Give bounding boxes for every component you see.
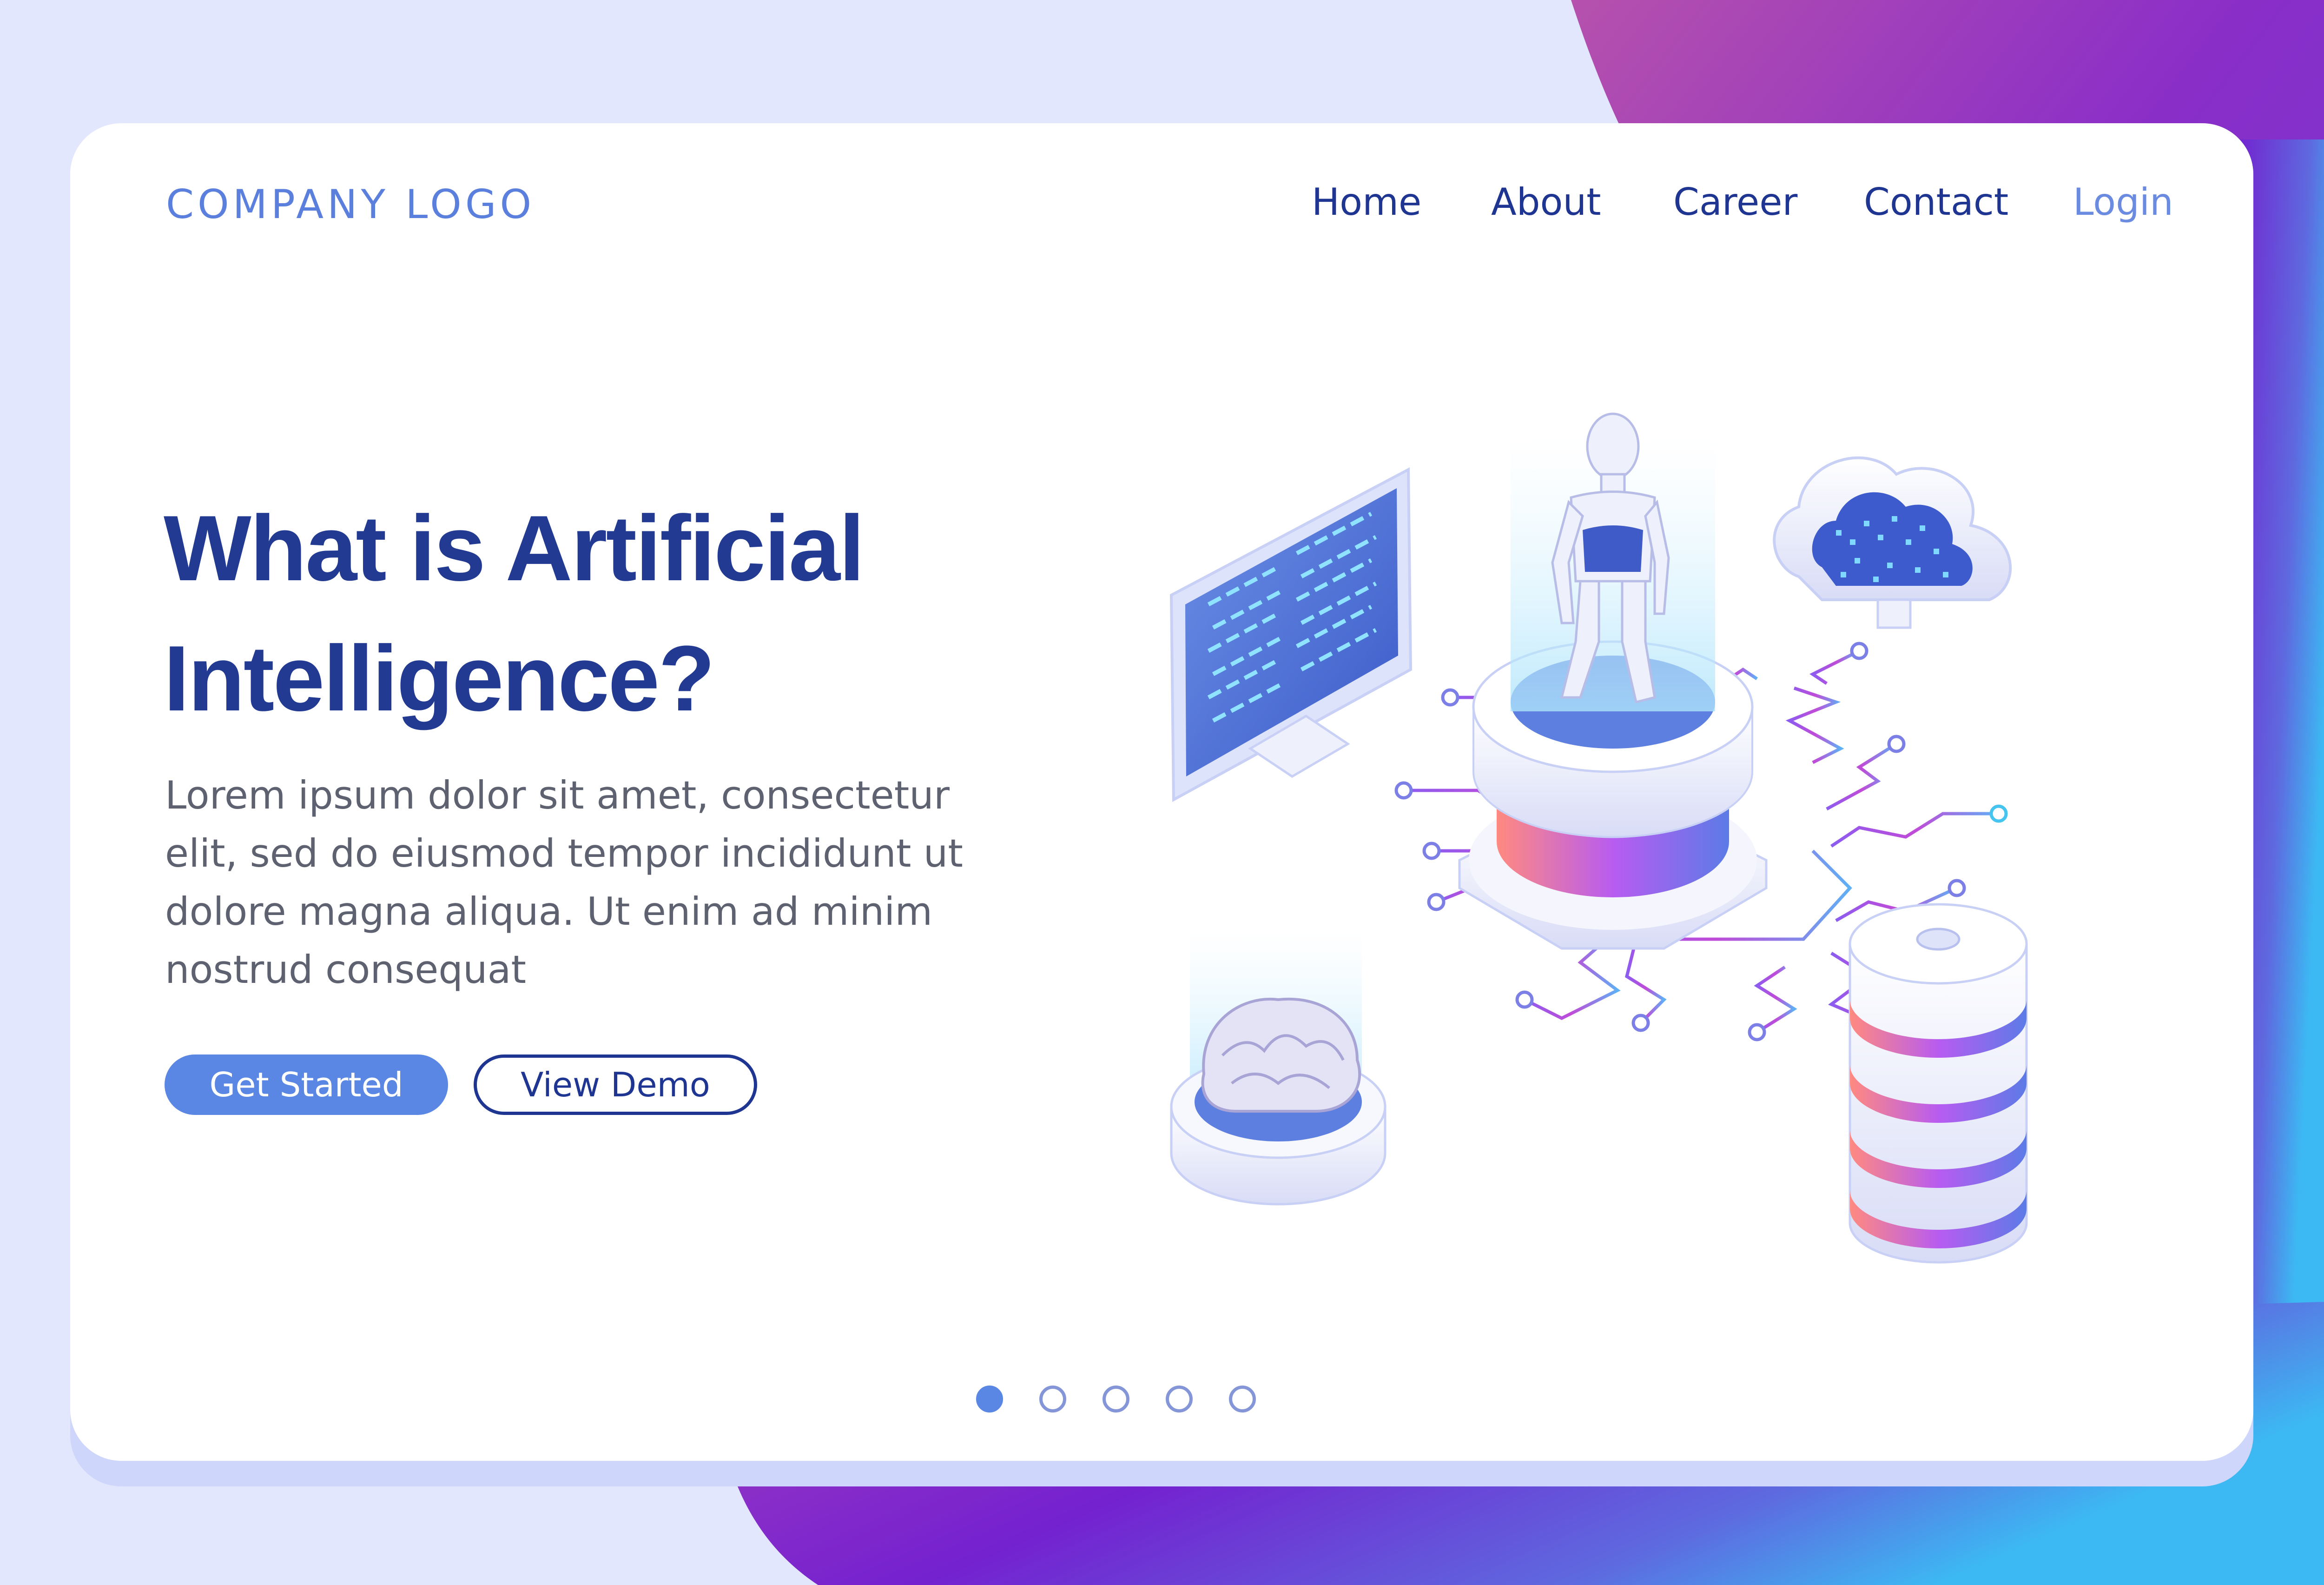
company-logo[interactable]: COMPANY LOGO: [166, 179, 535, 230]
database-icon: [1849, 903, 2028, 1264]
title-line-2: Intelligence?: [164, 627, 715, 730]
ai-isometric-illustration: [1169, 412, 2028, 1264]
nav-about[interactable]: About: [1491, 179, 1601, 225]
brain-icon: [1170, 930, 1386, 1206]
page-title: What is Artificial Intelligence?: [164, 484, 1047, 744]
nav-career[interactable]: Career: [1673, 179, 1797, 225]
nav-login[interactable]: Login: [2073, 179, 2173, 225]
nav-contact[interactable]: Contact: [1864, 179, 2008, 225]
carousel-dot-3[interactable]: [1103, 1386, 1129, 1413]
monitor-icon: [1169, 467, 1413, 802]
view-demo-button[interactable]: View Demo: [474, 1054, 757, 1115]
robot-icon: [1458, 412, 1768, 950]
carousel-dot-2[interactable]: [1039, 1386, 1066, 1413]
title-line-1: What is Artificial: [164, 497, 865, 600]
carousel-dot-5[interactable]: [1229, 1386, 1256, 1413]
carousel-dot-1[interactable]: [976, 1386, 1003, 1413]
nav-home[interactable]: Home: [1312, 179, 1421, 225]
carousel-pagination: [976, 1386, 1274, 1418]
hero-description: Lorem ipsum dolor sit amet, consectetur …: [165, 773, 963, 992]
carousel-dot-4[interactable]: [1166, 1386, 1193, 1413]
cloud-icon: [1773, 456, 2012, 629]
get-started-button[interactable]: Get Started: [165, 1054, 448, 1115]
